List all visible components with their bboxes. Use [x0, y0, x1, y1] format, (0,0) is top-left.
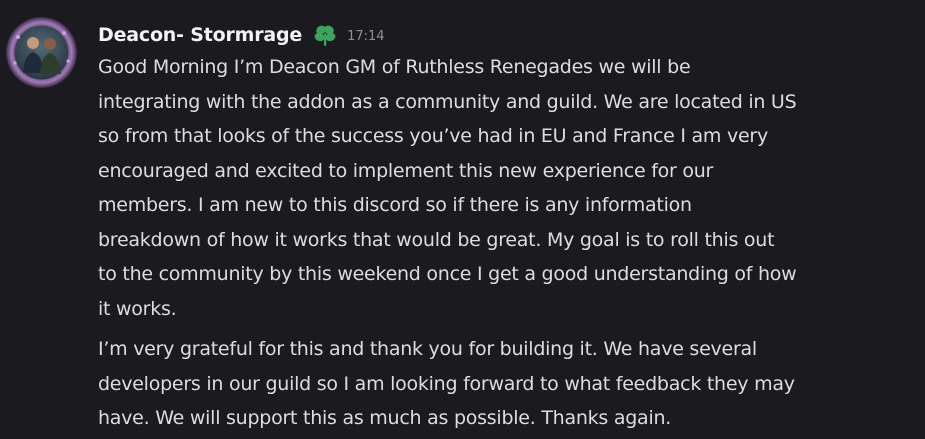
message-text-line: so from that looks of the success you’ve… [98, 125, 768, 147]
message-text-line: members. I am new to this discord so if … [98, 194, 692, 216]
message-text-line: breakdown of how it works that would be … [98, 228, 775, 251]
user-avatar[interactable] [6, 17, 77, 88]
message-text-line: encouraged and excited to implement this… [98, 159, 714, 182]
message-paragraph-1: Good Morning I’m Deacon GM of Ruthless R… [98, 50, 908, 326]
message-text-line: Good Morning I’m Deacon GM of Ruthless R… [98, 56, 691, 78]
message-content: Deacon- Stormrage 17:14 Good Morning I’m… [98, 20, 908, 436]
message-paragraph-2: I’m very grateful for this and thank you… [98, 332, 908, 436]
message-text-line: it works. [98, 297, 177, 320]
message-text-line: have. We will support this as much as po… [98, 407, 672, 429]
avatar-image [6, 17, 77, 88]
message-text-line: I’m very grateful for this and thank you… [98, 338, 757, 360]
green-leaf-icon[interactable] [312, 23, 338, 47]
author-name[interactable]: Deacon- Stormrage [98, 24, 302, 46]
message-header: Deacon- Stormrage 17:14 [98, 20, 908, 50]
message-group: Deacon- Stormrage 17:14 Good Morning I’m… [0, 0, 925, 439]
message-timestamp[interactable]: 17:14 [347, 29, 384, 44]
message-text-line: to the community by this weekend once I … [98, 263, 797, 285]
message-text-line: developers in our guild so I am looking … [98, 372, 795, 395]
message-text-line: integrating with the addon as a communit… [98, 90, 797, 113]
